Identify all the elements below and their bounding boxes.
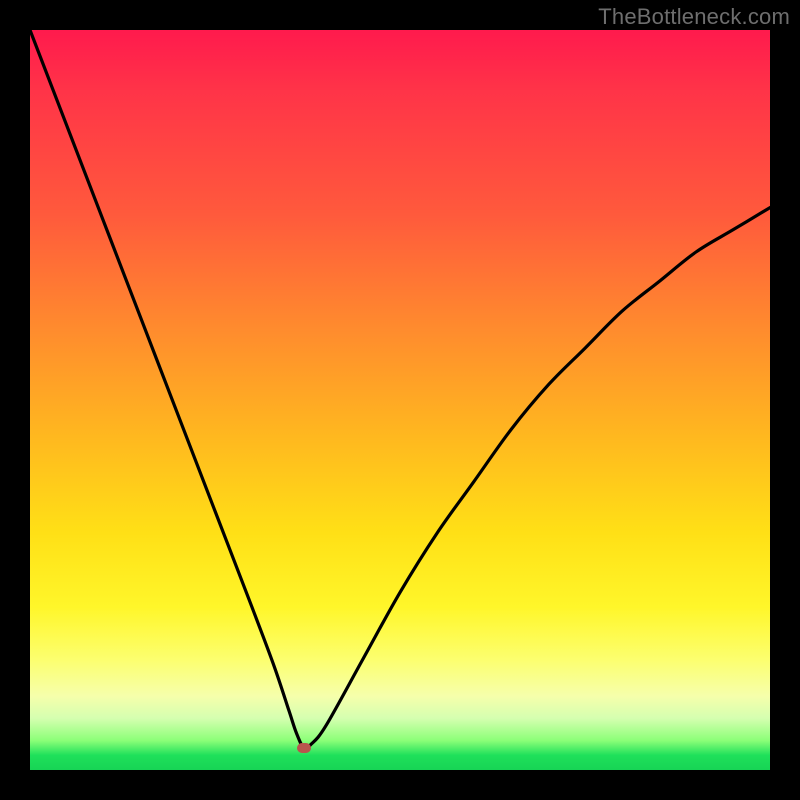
plot-area [30, 30, 770, 770]
watermark-text: TheBottleneck.com [598, 4, 790, 30]
optimum-marker [297, 743, 311, 753]
bottleneck-curve [30, 30, 770, 770]
chart-frame: TheBottleneck.com [0, 0, 800, 800]
